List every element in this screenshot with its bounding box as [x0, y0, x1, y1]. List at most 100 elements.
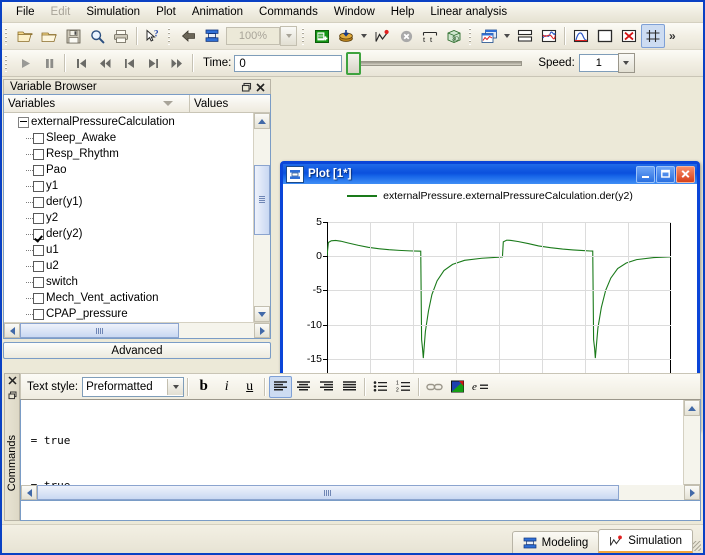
- back-arrow-icon[interactable]: [176, 24, 200, 48]
- variable-checkbox-u2[interactable]: [33, 260, 44, 272]
- tab-modeling[interactable]: Modeling: [511, 531, 600, 553]
- underline-button[interactable]: u: [238, 376, 261, 398]
- variable-checkbox-der-y1[interactable]: [33, 196, 44, 208]
- tree-node-resp-rhythm[interactable]: Resp_Rhythm: [4, 146, 253, 162]
- align-left-icon[interactable]: [269, 375, 293, 398]
- menu-item-simulation[interactable]: Simulation: [78, 4, 148, 20]
- delete-plot-icon[interactable]: [617, 24, 641, 48]
- menu-item-window[interactable]: Window: [326, 4, 383, 20]
- zoom-dropdown-button[interactable]: [280, 26, 297, 46]
- minimize-button[interactable]: [636, 165, 655, 183]
- equation-icon[interactable]: e: [469, 376, 492, 398]
- italic-button[interactable]: i: [215, 376, 238, 398]
- plot-window-dropdown[interactable]: [501, 24, 513, 48]
- variable-checkbox-resp-rhythm[interactable]: [33, 148, 44, 160]
- numbered-list-icon[interactable]: 12: [392, 376, 415, 398]
- image-icon[interactable]: [446, 376, 469, 398]
- toolbar-overflow-button[interactable]: »: [665, 29, 680, 43]
- hscroll-thumb[interactable]: [37, 485, 620, 500]
- variable-checkbox-y2[interactable]: [33, 212, 44, 224]
- tree-node-root[interactable]: externalPressureCalculation: [4, 114, 253, 130]
- time-input[interactable]: 0: [234, 54, 343, 72]
- load-result-dropdown[interactable]: [358, 24, 370, 48]
- align-right-icon[interactable]: [315, 376, 338, 398]
- variable-tree-vertical-scrollbar[interactable]: [253, 113, 270, 323]
- fast-forward-icon[interactable]: [165, 51, 189, 75]
- hscroll-track[interactable]: [37, 485, 684, 500]
- maximize-button[interactable]: [656, 165, 675, 183]
- speed-dropdown-button[interactable]: [617, 53, 635, 73]
- command-input-field[interactable]: [20, 501, 701, 521]
- toolbar-grip-2[interactable]: [167, 27, 173, 45]
- scroll-up-button[interactable]: [684, 400, 700, 416]
- load-result-icon[interactable]: [334, 24, 358, 48]
- commands-horizontal-scrollbar[interactable]: [21, 485, 700, 500]
- tree-node-y2[interactable]: y2: [4, 210, 253, 226]
- step-forward-icon[interactable]: [141, 51, 165, 75]
- hscroll-thumb[interactable]: [20, 323, 180, 339]
- speed-control[interactable]: 1: [578, 53, 635, 73]
- advanced-button[interactable]: Advanced: [3, 342, 271, 359]
- save-icon[interactable]: [61, 24, 85, 48]
- tree-node-u1[interactable]: u1: [4, 242, 253, 258]
- scroll-track[interactable]: [684, 416, 700, 484]
- time-slider[interactable]: [342, 51, 530, 75]
- search-icon[interactable]: [85, 24, 109, 48]
- pause-icon[interactable]: [37, 51, 61, 75]
- tree-node-der-y1[interactable]: der(y1): [4, 194, 253, 210]
- transport-grip[interactable]: [4, 54, 10, 72]
- scroll-down-button[interactable]: [254, 306, 270, 323]
- skip-start-icon[interactable]: [69, 51, 93, 75]
- menu-item-commands[interactable]: Commands: [251, 4, 326, 20]
- commands-output-area[interactable]: = true = true = true = true simulateMode…: [20, 399, 701, 501]
- variable-checkbox-pao[interactable]: [33, 164, 44, 176]
- text-style-select[interactable]: Preformatted: [82, 376, 185, 397]
- menu-item-plot[interactable]: Plot: [148, 4, 184, 20]
- variable-checkbox-der-y2[interactable]: [33, 228, 44, 240]
- scroll-left-button[interactable]: [21, 485, 37, 500]
- tree-node-u2[interactable]: u2: [4, 258, 253, 274]
- scroll-thumb[interactable]: [254, 165, 270, 236]
- whats-this-icon[interactable]: ?: [141, 24, 165, 48]
- restore-window-icon[interactable]: [239, 80, 253, 94]
- simulate-icon[interactable]: [370, 24, 394, 48]
- variable-tree-horizontal-scrollbar[interactable]: [4, 322, 270, 339]
- menu-item-file[interactable]: File: [8, 4, 43, 20]
- tree-node-sleep-awake[interactable]: Sleep_Awake: [4, 130, 253, 146]
- tree-node-mech-vent-activation[interactable]: Mech_Vent_activation: [4, 290, 253, 306]
- text-style-dropdown-button[interactable]: [167, 378, 184, 395]
- scroll-right-button[interactable]: [254, 323, 270, 339]
- toolbar-grip-4[interactable]: [468, 27, 474, 45]
- check-model-icon[interactable]: [310, 24, 334, 48]
- tile-windows-icon[interactable]: [513, 24, 537, 48]
- parameter-sweep-icon[interactable]: tt: [418, 24, 442, 48]
- rewind-icon[interactable]: [93, 51, 117, 75]
- close-icon[interactable]: [253, 80, 267, 94]
- scroll-left-button[interactable]: [4, 323, 20, 339]
- grid-toggle-icon[interactable]: [641, 24, 665, 48]
- animation-3d-icon[interactable]: 3D: [442, 24, 466, 48]
- time-slider-thumb[interactable]: [346, 51, 362, 75]
- plot-window-titlebar[interactable]: Plot [1*]: [283, 164, 697, 184]
- plot-curves-icon[interactable]: [537, 24, 561, 48]
- open-library-icon[interactable]: [37, 24, 61, 48]
- menu-item-animation[interactable]: Animation: [184, 4, 251, 20]
- bold-button[interactable]: b: [192, 376, 215, 398]
- variable-checkbox-cpap-pressure[interactable]: [33, 308, 44, 320]
- link-icon[interactable]: [423, 376, 446, 398]
- open-folder-icon[interactable]: [13, 24, 37, 48]
- new-plot-window-icon[interactable]: [477, 24, 501, 48]
- scroll-up-button[interactable]: [254, 113, 270, 130]
- hscroll-track[interactable]: [20, 323, 254, 339]
- toolbar-grip[interactable]: [4, 27, 10, 45]
- tab-simulation[interactable]: Simulation: [598, 529, 693, 553]
- step-back-icon[interactable]: [117, 51, 141, 75]
- scroll-right-button[interactable]: [684, 485, 700, 500]
- tree-node-y1[interactable]: y1: [4, 178, 253, 194]
- tree-node-switch[interactable]: switch: [4, 274, 253, 290]
- modeling-window-icon[interactable]: [200, 24, 224, 48]
- plot-area-icon[interactable]: [569, 24, 593, 48]
- scroll-track[interactable]: [254, 129, 270, 307]
- variable-tree[interactable]: externalPressureCalculation Sleep_Awake …: [4, 113, 253, 323]
- variable-checkbox-sleep-awake[interactable]: [33, 132, 44, 144]
